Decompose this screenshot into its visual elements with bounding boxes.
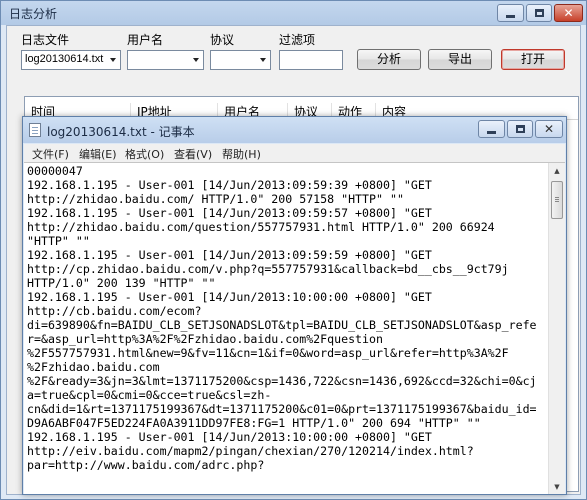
menu-format[interactable]: 格式(O) bbox=[125, 146, 164, 162]
menu-view[interactable]: 查看(V) bbox=[174, 146, 212, 162]
log-line: cn&did=1&rt=1371175199367&dt=1371175200&… bbox=[27, 402, 537, 416]
username-label: 用户名 bbox=[127, 33, 164, 47]
maximize-icon bbox=[515, 125, 525, 133]
close-icon: ✕ bbox=[543, 122, 555, 136]
notepad-close-button[interactable]: ✕ bbox=[535, 120, 563, 138]
export-button[interactable]: 导出 bbox=[428, 49, 492, 70]
notepad-maximize-button[interactable] bbox=[507, 120, 533, 138]
notepad-window: log20130614.txt - 记事本 ✕ 文件(F) 编辑(E) 格式(O… bbox=[22, 116, 567, 495]
scrollbar-thumb[interactable] bbox=[551, 181, 563, 219]
close-button[interactable]: ✕ bbox=[554, 4, 583, 22]
log-line: http://cb.baidu.com/ecom? bbox=[27, 304, 202, 318]
log-file-value: log20130614.txt bbox=[25, 53, 104, 65]
filter-label: 过滤项 bbox=[279, 33, 316, 47]
notepad-menu-bar: 文件(F) 编辑(E) 格式(O) 查看(V) 帮助(H) bbox=[24, 144, 565, 162]
log-line: http://zhidao.baidu.com/question/5577579… bbox=[27, 220, 495, 234]
log-line: "HTTP" "" bbox=[27, 234, 90, 248]
log-line: r=&asp_url=http%3A%2F%2Fzhidao.baidu.com… bbox=[27, 332, 383, 346]
notepad-title: log20130614.txt - 记事本 bbox=[47, 125, 195, 139]
log-line: D9A6ABF047F5ED224FA0A3911DD97FE8:FG=1 HT… bbox=[27, 416, 481, 430]
filter-input[interactable] bbox=[279, 50, 343, 70]
protocol-select[interactable] bbox=[210, 50, 271, 70]
open-button[interactable]: 打开 bbox=[501, 49, 565, 70]
log-file-label: 日志文件 bbox=[21, 33, 70, 47]
log-text-content: 00000047 192.168.1.195 - User-001 [14/Jun… bbox=[27, 164, 541, 472]
analyze-button[interactable]: 分析 bbox=[357, 49, 421, 70]
log-line: 192.168.1.195 - User-001 [14/Jun/2013:10… bbox=[27, 290, 432, 304]
log-line: %2Fzhidao.baidu.com bbox=[27, 360, 160, 374]
close-icon: ✕ bbox=[563, 6, 574, 20]
chevron-down-icon bbox=[260, 58, 266, 62]
log-line: http://eiv.baidu.com/mapm2/pingan/chexia… bbox=[27, 444, 474, 458]
log-line: %2F&ready=3&jn=3&lmt=1371175200&csp=1436… bbox=[27, 374, 537, 388]
notepad-minimize-button[interactable] bbox=[478, 120, 505, 138]
log-line: http://zhidao.baidu.com/ HTTP/1.0" 200 5… bbox=[27, 192, 404, 206]
main-title-bar[interactable]: 日志分析 ✕ bbox=[1, 1, 586, 25]
chevron-down-icon bbox=[110, 58, 116, 62]
log-line: di=639890&fn=BAIDU_CLB_SETJSONADSLOT&tpl… bbox=[27, 318, 537, 332]
notepad-title-bar[interactable]: log20130614.txt - 记事本 ✕ bbox=[23, 117, 566, 143]
log-line: 00000047 bbox=[27, 164, 83, 178]
vertical-scrollbar[interactable]: ▲ ▼ bbox=[548, 163, 565, 494]
log-line: a=true&cpl=0&cmi=0&cce=true&csl=zh- bbox=[27, 388, 272, 402]
log-line: HTTP/1.0" 200 139 "HTTP" "" bbox=[27, 276, 216, 290]
menu-file[interactable]: 文件(F) bbox=[32, 146, 69, 162]
log-file-select[interactable]: log20130614.txt bbox=[21, 50, 121, 70]
scroll-down-icon[interactable]: ▼ bbox=[549, 479, 565, 494]
log-line: 192.168.1.195 - User-001 [14/Jun/2013:09… bbox=[27, 248, 432, 262]
maximize-button[interactable] bbox=[526, 4, 552, 22]
log-line: 192.168.1.195 - User-001 [14/Jun/2013:09… bbox=[27, 178, 432, 192]
username-select[interactable] bbox=[127, 50, 204, 70]
log-line: %2F557757931.html&new=9&fv=11&cn=1&if=0&… bbox=[27, 346, 509, 360]
log-line: 192.168.1.195 - User-001 [14/Jun/2013:09… bbox=[27, 206, 432, 220]
chevron-down-icon bbox=[193, 58, 199, 62]
log-line: par=http://www.baidu.com/adrc.php? bbox=[27, 458, 265, 472]
maximize-icon bbox=[534, 9, 544, 17]
log-line: http://cp.zhidao.baidu.com/v.php?q=55775… bbox=[27, 262, 509, 276]
notepad-text-area[interactable]: 00000047 192.168.1.195 - User-001 [14/Jun… bbox=[24, 162, 565, 494]
menu-edit[interactable]: 编辑(E) bbox=[79, 146, 117, 162]
minimize-icon bbox=[506, 14, 515, 18]
main-window-title: 日志分析 bbox=[9, 7, 58, 21]
menu-help[interactable]: 帮助(H) bbox=[222, 146, 261, 162]
scroll-up-icon[interactable]: ▲ bbox=[549, 163, 565, 179]
log-line: 192.168.1.195 - User-001 [14/Jun/2013:10… bbox=[27, 430, 432, 444]
notepad-icon bbox=[29, 123, 41, 137]
minimize-icon bbox=[487, 130, 496, 134]
protocol-label: 协议 bbox=[210, 33, 235, 47]
minimize-button[interactable] bbox=[497, 4, 524, 22]
